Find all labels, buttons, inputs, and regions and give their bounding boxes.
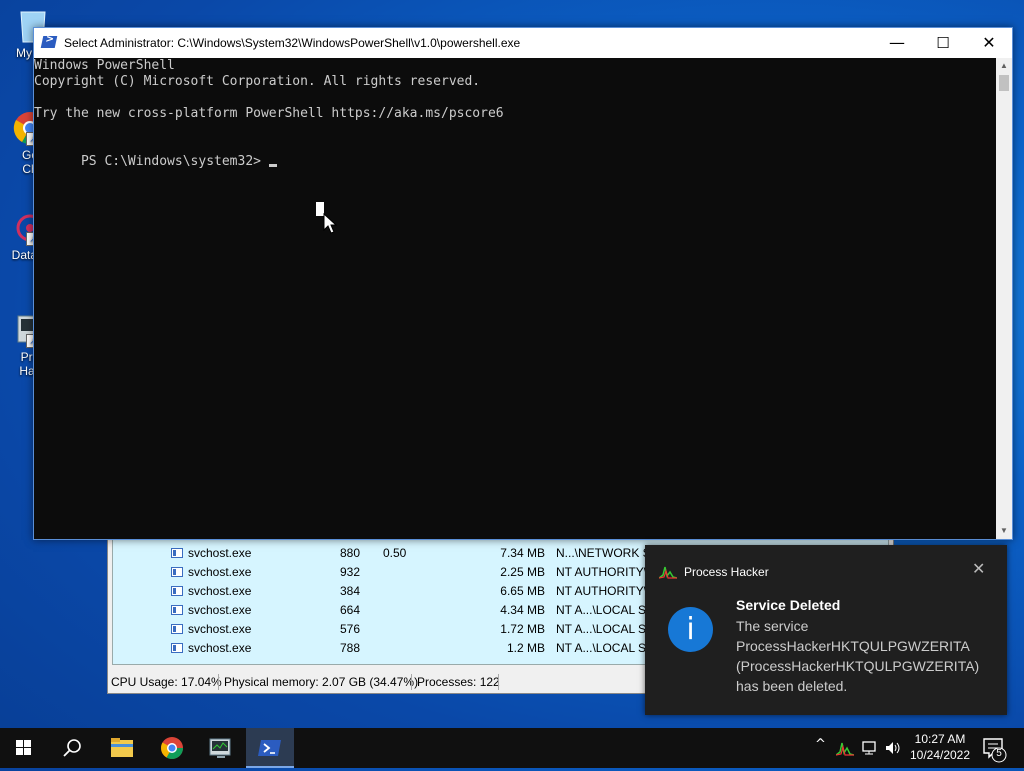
process-icon <box>171 567 183 577</box>
process-name: svchost.exe <box>188 584 252 598</box>
volume-icon[interactable] <box>884 740 902 756</box>
system-clock[interactable]: 10:27 AM 10/24/2022 <box>905 731 975 763</box>
notification-toast[interactable]: Process Hacker ✕ i Service Deleted The s… <box>645 545 1007 715</box>
physical-memory-status: Physical memory: 2.07 GB (34.47%) <box>224 675 419 689</box>
process-memory: 7.34 MB <box>500 546 545 560</box>
powershell-window[interactable]: Select Administrator: C:\Windows\System3… <box>33 27 1013 540</box>
process-user: NT A...\LOCAL SE <box>556 603 646 617</box>
process-pid: 788 <box>340 641 361 655</box>
network-icon[interactable] <box>861 740 879 756</box>
taskbar-file-explorer[interactable] <box>98 728 146 768</box>
process-icon <box>171 548 183 558</box>
process-pid: 576 <box>340 622 361 636</box>
notification-count-badge: 5 <box>996 748 1002 759</box>
process-user: NT AUTHORITY\S <box>556 584 646 598</box>
process-cpu: 0.50 <box>383 546 407 560</box>
search-button[interactable] <box>48 728 96 768</box>
status-divider <box>498 674 499 690</box>
scroll-up-icon[interactable]: ▲ <box>996 58 1012 74</box>
windows-logo-icon <box>16 740 31 755</box>
process-icon <box>171 605 183 615</box>
console-line: Windows PowerShell <box>34 58 175 73</box>
process-memory: 4.34 MB <box>500 603 545 617</box>
powershell-icon <box>258 740 281 756</box>
close-button[interactable]: ✕ <box>966 28 1012 58</box>
window-titlebar[interactable]: Select Administrator: C:\Windows\System3… <box>34 28 1012 58</box>
process-icon <box>171 643 183 653</box>
taskbar-chrome[interactable] <box>148 728 196 768</box>
status-divider <box>411 674 412 690</box>
start-button[interactable] <box>0 728 48 768</box>
console-prompt: PS C:\Windows\system32> <box>80 154 269 169</box>
process-user: NT A...\LOCAL SE <box>556 622 646 636</box>
console-output[interactable]: Windows PowerShell Copyright (C) Microso… <box>34 58 996 539</box>
process-hacker-graph-icon <box>659 566 677 579</box>
process-user: N...\NETWORK SE <box>556 546 646 560</box>
process-pid: 880 <box>340 546 361 560</box>
process-memory: 1.2 MB <box>506 641 545 655</box>
taskbar: ^ 10:27 AM 10/24/2022 5 <box>0 728 1024 768</box>
close-icon[interactable]: ✕ <box>972 559 985 578</box>
taskbar-powershell[interactable] <box>246 728 294 768</box>
process-name: svchost.exe <box>188 622 252 636</box>
show-hidden-icons-chevron-icon[interactable]: ^ <box>815 737 826 752</box>
toast-body-line: The service <box>736 618 809 634</box>
mouse-pointer-icon <box>323 213 337 234</box>
process-name: svchost.exe <box>188 603 252 617</box>
vertical-scrollbar[interactable]: ▲ ▼ <box>996 58 1012 539</box>
info-icon: i <box>668 607 713 652</box>
process-name: svchost.exe <box>188 641 252 655</box>
text-cursor-icon <box>268 164 277 167</box>
search-icon <box>63 739 81 757</box>
status-divider <box>218 674 219 690</box>
console-prompt-row[interactable]: PS C:\Windows\system32> <box>34 138 996 169</box>
toast-body-line: has been deleted. <box>736 678 848 694</box>
minimize-button[interactable]: — <box>874 28 920 58</box>
cpu-usage-status: CPU Usage: 17.04% <box>111 675 222 689</box>
action-center-button[interactable]: 5 <box>978 728 1024 768</box>
toast-heading: Service Deleted <box>736 597 841 613</box>
process-hacker-icon <box>209 738 231 758</box>
process-pid: 932 <box>340 565 361 579</box>
toast-body: The service ProcessHackerHKTQULPGWZERITA… <box>736 616 996 696</box>
process-memory: 6.65 MB <box>500 584 545 598</box>
maximize-button[interactable]: ☐ <box>920 28 966 58</box>
process-user: NT A...\LOCAL SE <box>556 641 646 655</box>
process-icon <box>171 586 183 596</box>
toast-body-line: (ProcessHackerHKTQULPGWZERITA) <box>736 658 980 674</box>
toast-body-line: ProcessHackerHKTQULPGWZERITA <box>736 638 970 654</box>
process-icon <box>171 624 183 634</box>
scroll-down-icon[interactable]: ▼ <box>996 523 1012 539</box>
taskbar-process-hacker[interactable] <box>197 728 245 768</box>
clock-date: 10/24/2022 <box>909 748 971 762</box>
chrome-icon <box>161 737 183 759</box>
process-name: svchost.exe <box>188 565 252 579</box>
process-pid: 384 <box>340 584 361 598</box>
process-memory: 1.72 MB <box>500 622 545 636</box>
console-line: Copyright (C) Microsoft Corporation. All… <box>34 74 481 89</box>
process-name: svchost.exe <box>188 546 252 560</box>
toast-app-name: Process Hacker <box>684 565 769 579</box>
process-user: NT AUTHORITY\S <box>556 565 646 579</box>
clock-time: 10:27 AM <box>914 732 966 746</box>
process-pid: 664 <box>340 603 361 617</box>
folder-icon <box>111 738 133 757</box>
window-title: Select Administrator: C:\Windows\System3… <box>64 36 521 50</box>
process-memory: 2.25 MB <box>500 565 545 579</box>
processes-count-status: Processes: 122 <box>417 675 500 689</box>
powershell-icon <box>40 36 58 48</box>
console-line: Try the new cross-platform PowerShell ht… <box>34 106 504 121</box>
scrollbar-thumb[interactable] <box>999 75 1009 91</box>
process-hacker-tray-icon[interactable] <box>836 740 854 756</box>
